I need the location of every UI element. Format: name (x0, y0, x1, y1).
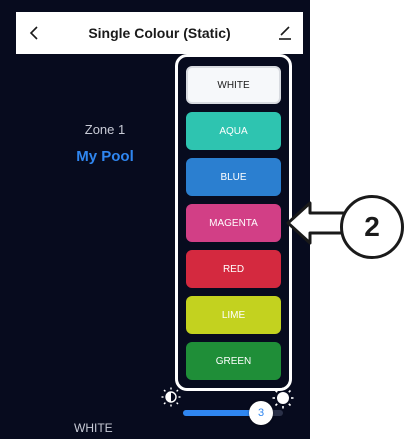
color-button-label: WHITE (217, 79, 250, 91)
color-picker-panel: WHITE AQUA BLUE MAGENTA RED LIME GREEN (175, 54, 292, 391)
brightness-slider[interactable]: 3 (183, 401, 283, 425)
page-title: Single Colour (Static) (88, 25, 231, 41)
edit-icon (279, 26, 291, 40)
color-button-red[interactable]: RED (186, 250, 281, 288)
color-button-label: BLUE (220, 171, 247, 183)
callout-number-badge: 2 (340, 195, 404, 259)
color-button-label: GREEN (215, 355, 252, 367)
color-button-aqua[interactable]: AQUA (186, 112, 281, 150)
zone-label: Zone 1 (84, 122, 126, 137)
color-button-green[interactable]: GREEN (186, 342, 281, 380)
color-button-label: RED (222, 263, 245, 275)
color-button-white[interactable]: WHITE (186, 66, 281, 104)
color-button-label: AQUA (219, 125, 248, 137)
color-button-magenta[interactable]: MAGENTA (186, 204, 281, 242)
color-button-blue[interactable]: BLUE (186, 158, 281, 196)
color-button-label: LIME (221, 309, 246, 321)
brightness-high-icon (272, 387, 294, 409)
back-button[interactable] (22, 20, 48, 46)
chevron-left-icon (29, 26, 38, 40)
phone-screen: Single Colour (Static) Zone 1 My Pool WH… (0, 0, 310, 439)
pool-name: My Pool (76, 148, 134, 165)
edit-button[interactable] (271, 20, 297, 46)
brightness-low-icon (161, 387, 181, 407)
color-button-label: MAGENTA (209, 217, 258, 229)
brightness-slider-thumb[interactable]: 3 (249, 401, 273, 425)
color-button-lime[interactable]: LIME (186, 296, 281, 334)
app-header: Single Colour (Static) (16, 12, 303, 54)
selected-color-label: WHITE (74, 421, 113, 435)
